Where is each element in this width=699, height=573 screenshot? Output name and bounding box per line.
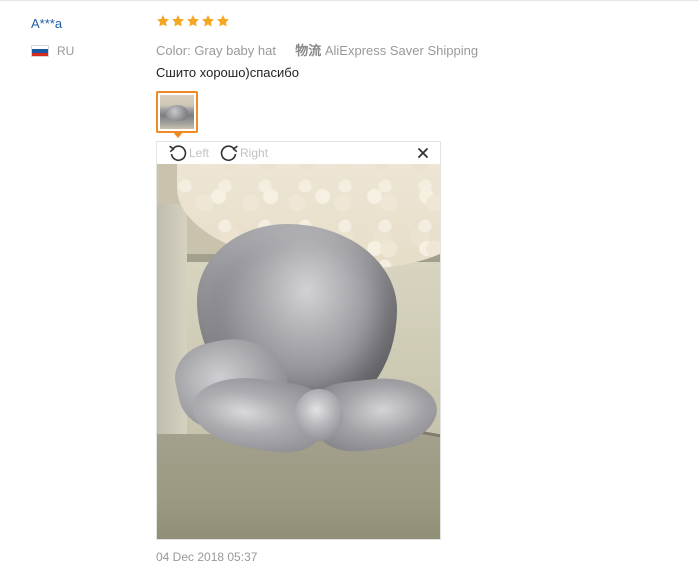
star-icon [187, 15, 199, 27]
close-icon[interactable] [416, 146, 430, 160]
rotate-left-button[interactable]: Left [167, 142, 209, 164]
photo-viewer: Left Right [156, 141, 441, 540]
russia-flag-icon [31, 45, 49, 57]
color-label: Color: [156, 43, 191, 58]
color-value: Gray baby hat [194, 43, 276, 58]
country-code: RU [57, 44, 75, 58]
rotate-right-label: Right [240, 146, 269, 160]
viewer-toolbar: Left Right [157, 142, 440, 164]
star-rating [156, 14, 230, 28]
rotate-left-label: Left [189, 146, 210, 160]
star-icon [157, 15, 169, 27]
thumbnail-active-caret [172, 131, 184, 138]
top-divider [0, 0, 699, 1]
star-icon [217, 15, 229, 27]
rotate-left-icon [169, 145, 187, 162]
review-date: 04 Dec 2018 05:37 [156, 550, 258, 564]
review-meta: Color: Gray baby hat 物流 AliExpress Saver… [156, 40, 478, 59]
review-text: Сшито хорошо)спасибо [156, 65, 299, 80]
rotate-right-button[interactable]: Right [218, 142, 268, 164]
logistics-label: 物流 [295, 43, 322, 58]
reviewer-country: RU [31, 43, 74, 59]
review-photo-thumbnail[interactable] [156, 91, 198, 133]
logistics-value: AliExpress Saver Shipping [324, 43, 479, 58]
thumbnail-image [160, 95, 194, 129]
star-icon [202, 15, 214, 27]
star-icon [172, 15, 184, 27]
reviewer-name: A***a [31, 16, 63, 31]
rotate-right-icon [220, 145, 238, 162]
review-photo-image [157, 164, 440, 539]
